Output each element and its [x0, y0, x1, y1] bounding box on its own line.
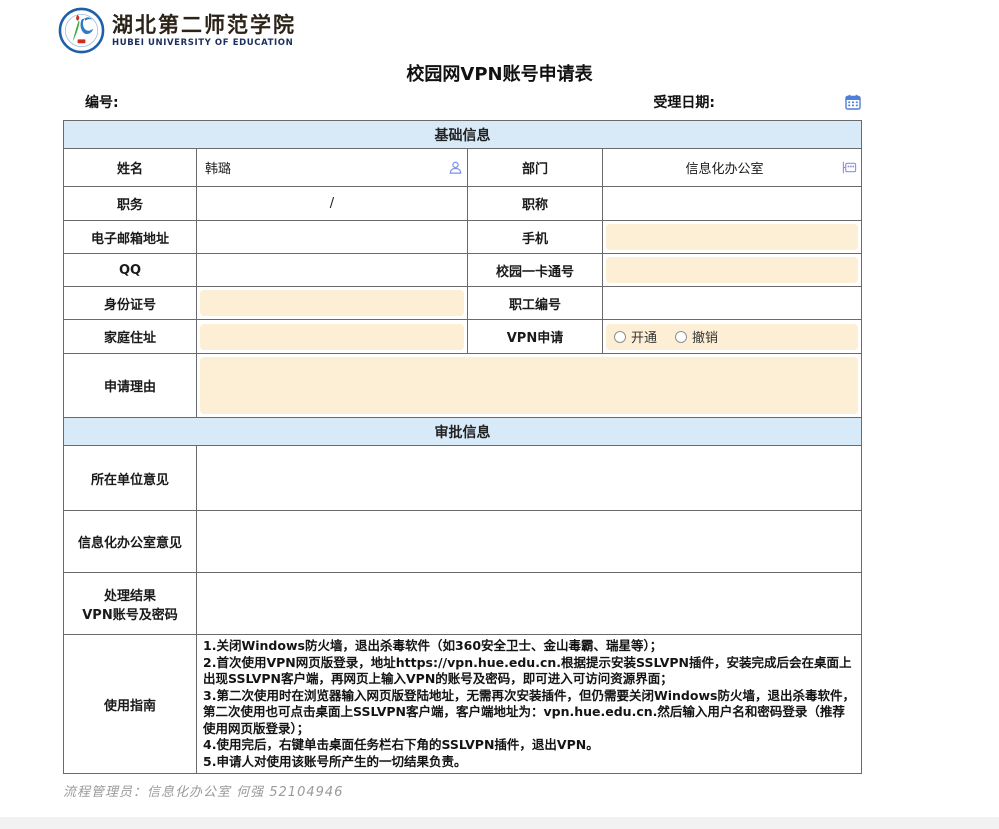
guide-line-5: 5.申请人对使用该账号所产生的一切结果负责。 [203, 754, 855, 771]
result-field [197, 573, 862, 635]
radio-option-open[interactable]: 开通 [614, 327, 657, 346]
guide-line-3: 3.第二次使用时在浏览器输入网页版登陆地址，无需再次安装插件，但仍需要关闭Win… [203, 688, 855, 738]
radio-revoke-label: 撤销 [692, 327, 718, 346]
name-label: 姓名 [64, 149, 197, 187]
home-address-field[interactable] [197, 320, 468, 354]
guide-label: 使用指南 [64, 635, 197, 774]
guide-content: 1.关闭Windows防火墙，退出杀毒软件（如360安全卫士、金山毒霸、瑞星等）… [197, 635, 862, 774]
position-field[interactable]: / [197, 187, 468, 221]
home-address-label: 家庭住址 [64, 320, 197, 354]
email-label: 电子邮箱地址 [64, 221, 197, 254]
prof-title-field[interactable] [603, 187, 862, 221]
university-name-en: HUBEI UNIVERSITY OF EDUCATION [112, 38, 296, 48]
result-label: 处理结果 VPN账号及密码 [64, 573, 197, 635]
mobile-field[interactable] [603, 221, 862, 254]
meta-row: 编号: 受理日期: [63, 92, 861, 112]
office-opinion-field [197, 511, 862, 573]
university-name-block: 湖北第二师范学院 HUBEI UNIVERSITY OF EDUCATION [112, 13, 296, 48]
department-label: 部门 [468, 149, 603, 187]
guide-line-4: 4.使用完后，右键单击桌面任务栏右下角的SSLVPN插件，退出VPN。 [203, 737, 855, 754]
campus-card-label: 校园一卡通号 [468, 254, 603, 287]
vpn-application-form-page: 湖北第二师范学院 HUBEI UNIVERSITY OF EDUCATION 校… [0, 0, 999, 829]
university-name-cn: 湖北第二师范学院 [112, 13, 296, 36]
staff-number-field[interactable] [603, 287, 862, 320]
process-admin-note: 流程管理员：信息化办公室 何强 52104946 [63, 781, 343, 800]
section-approval-info: 审批信息 [64, 418, 862, 446]
guide-line-1: 1.关闭Windows防火墙，退出杀毒软件（如360安全卫士、金山毒霸、瑞星等）… [203, 638, 855, 655]
id-number-field[interactable] [197, 287, 468, 320]
radio-option-revoke[interactable]: 撤销 [675, 327, 718, 346]
application-form-table: 基础信息 姓名 韩璐 部门 信息化办公室 [63, 120, 862, 774]
name-value: 韩璐 [201, 158, 448, 177]
name-field[interactable]: 韩璐 [197, 149, 468, 187]
department-value: 信息化办公室 [607, 158, 842, 177]
qq-field[interactable] [197, 254, 468, 287]
prof-title-label: 职称 [468, 187, 603, 221]
mobile-label: 手机 [468, 221, 603, 254]
id-number-label: 身份证号 [64, 287, 197, 320]
accept-date-label: 受理日期: [653, 92, 715, 112]
form-number-label: 编号: [85, 92, 119, 112]
position-value: / [201, 196, 463, 211]
vpn-request-label: VPN申请 [468, 320, 603, 354]
unit-opinion-label: 所在单位意见 [64, 446, 197, 511]
university-emblem-icon [58, 7, 105, 54]
radio-open-label: 开通 [631, 327, 657, 346]
reason-label: 申请理由 [64, 354, 197, 418]
bottom-strip [0, 817, 999, 829]
page-title: 校园网VPN账号申请表 [0, 60, 999, 86]
office-opinion-label: 信息化办公室意见 [64, 511, 197, 573]
person-picker-icon[interactable] [448, 160, 463, 175]
campus-card-field[interactable] [603, 254, 862, 287]
university-logo: 湖北第二师范学院 HUBEI UNIVERSITY OF EDUCATION [58, 7, 296, 54]
email-field[interactable] [197, 221, 468, 254]
section-basic-info: 基础信息 [64, 121, 862, 149]
result-label-line2: VPN账号及密码 [68, 604, 192, 623]
staff-number-label: 职工编号 [468, 287, 603, 320]
unit-opinion-field [197, 446, 862, 511]
result-label-line1: 处理结果 [68, 585, 192, 604]
radio-circle-revoke[interactable] [675, 331, 687, 343]
position-label: 职务 [64, 187, 197, 221]
radio-circle-open[interactable] [614, 331, 626, 343]
vpn-request-field: 开通 撤销 [603, 320, 862, 354]
department-field[interactable]: 信息化办公室 [603, 149, 862, 187]
org-picker-icon[interactable] [842, 160, 857, 175]
reason-field[interactable] [197, 354, 862, 418]
calendar-icon[interactable] [845, 94, 861, 110]
guide-line-2: 2.首次使用VPN网页版登录，地址https://vpn.hue.edu.cn.… [203, 655, 855, 688]
qq-label: QQ [64, 254, 197, 287]
